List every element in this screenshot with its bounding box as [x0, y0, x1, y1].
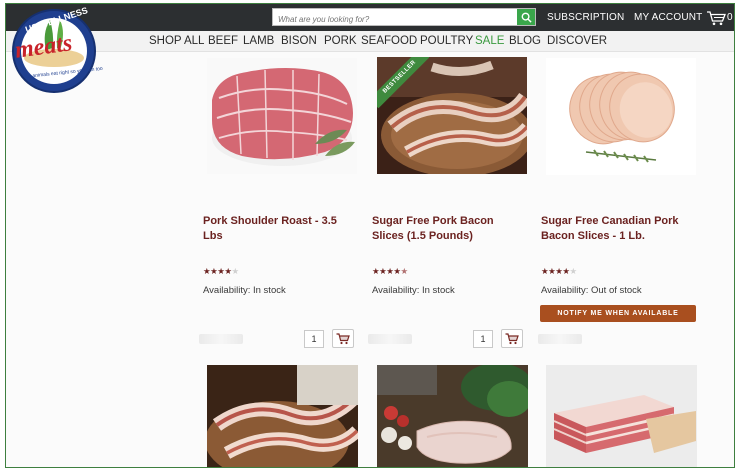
price-loading — [199, 334, 243, 344]
cart-icon — [505, 332, 519, 344]
search-input[interactable] — [273, 11, 519, 28]
product-image-pork-shoulder[interactable] — [207, 58, 357, 174]
product-image-bacon-board[interactable] — [207, 365, 358, 467]
search-button[interactable] — [517, 9, 535, 25]
star-icon: ★★★★ — [541, 266, 570, 276]
availability-text: Availability: In stock — [372, 285, 455, 296]
browser-frame: SUBSCRIPTION MY ACCOUNT 0 SHOP ALL BEEF … — [5, 3, 735, 468]
availability-text: Availability: Out of stock — [541, 285, 642, 296]
product-image-pork-belly-slab[interactable] — [546, 365, 697, 467]
star-half-icon: ★ — [400, 266, 408, 276]
main-nav: SHOP ALL BEEF LAMB BISON PORK SEAFOOD PO… — [6, 31, 734, 52]
star-icon: ★★★★ — [203, 266, 232, 276]
quantity-input[interactable]: 1 — [473, 330, 493, 348]
bestseller-label: BESTSELLER — [377, 57, 429, 109]
product-title-line: Slices (1.5 Pounds) — [372, 230, 473, 242]
nav-lamb[interactable]: LAMB — [243, 35, 274, 47]
star-rating: ★★★★★ — [541, 266, 577, 277]
search-icon — [521, 12, 532, 23]
star-icon: ★★★★ — [372, 266, 401, 276]
product-title-line: Sugar Free Canadian Pork — [541, 215, 679, 227]
cart-icon — [336, 332, 350, 344]
nav-seafood[interactable]: SEAFOOD — [361, 35, 417, 47]
price-loading — [368, 334, 412, 344]
nav-blog[interactable]: BLOG — [509, 35, 541, 47]
top-bar: SUBSCRIPTION MY ACCOUNT 0 — [6, 4, 734, 31]
product-title[interactable]: Sugar Free Canadian Pork Bacon Slices - … — [541, 214, 711, 244]
product-title-line: Sugar Free Pork Bacon — [372, 215, 494, 227]
bestseller-badge: BESTSELLER — [377, 57, 429, 109]
star-rating: ★★★★★ — [372, 266, 408, 277]
nav-beef[interactable]: BEEF — [208, 35, 238, 47]
product-image-pork-belly-garden[interactable] — [377, 365, 528, 467]
search-box[interactable] — [272, 8, 536, 28]
product-title[interactable]: Sugar Free Pork Bacon Slices (1.5 Pounds… — [372, 214, 537, 244]
product-title-line: Bacon Slices - 1 Lb. — [541, 230, 645, 242]
star-rating: ★★★★★ — [203, 266, 239, 277]
notify-me-button[interactable]: NOTIFY ME WHEN AVAILABLE — [540, 305, 696, 322]
quantity-input[interactable]: 1 — [304, 330, 324, 348]
my-account-link[interactable]: MY ACCOUNT — [634, 12, 703, 23]
nav-bison[interactable]: BISON — [281, 35, 317, 47]
nav-discover[interactable]: DISCOVER — [547, 35, 607, 47]
product-title-line: Lbs — [203, 230, 223, 242]
site-logo[interactable]: US WELLNESS meats the animals eat right … — [10, 5, 103, 94]
product-image-canadian-bacon[interactable] — [546, 58, 696, 175]
product-title[interactable]: Pork Shoulder Roast - 3.5 Lbs — [203, 214, 363, 244]
star-empty-icon: ★ — [569, 266, 577, 276]
add-to-cart-button[interactable] — [332, 329, 354, 348]
nav-shop-all[interactable]: SHOP ALL — [149, 35, 204, 47]
nav-sale[interactable]: SALE — [475, 35, 504, 47]
cart-count: 0 — [727, 12, 733, 23]
availability-text: Availability: In stock — [203, 285, 286, 296]
star-empty-icon: ★ — [231, 266, 239, 276]
product-title-line: Pork Shoulder Roast - 3.5 — [203, 215, 337, 227]
nav-pork[interactable]: PORK — [324, 35, 357, 47]
price-loading — [538, 334, 582, 344]
nav-poultry[interactable]: POULTRY — [420, 35, 473, 47]
add-to-cart-button[interactable] — [501, 329, 523, 348]
subscription-link[interactable]: SUBSCRIPTION — [547, 12, 624, 23]
cart-icon[interactable] — [706, 10, 728, 26]
